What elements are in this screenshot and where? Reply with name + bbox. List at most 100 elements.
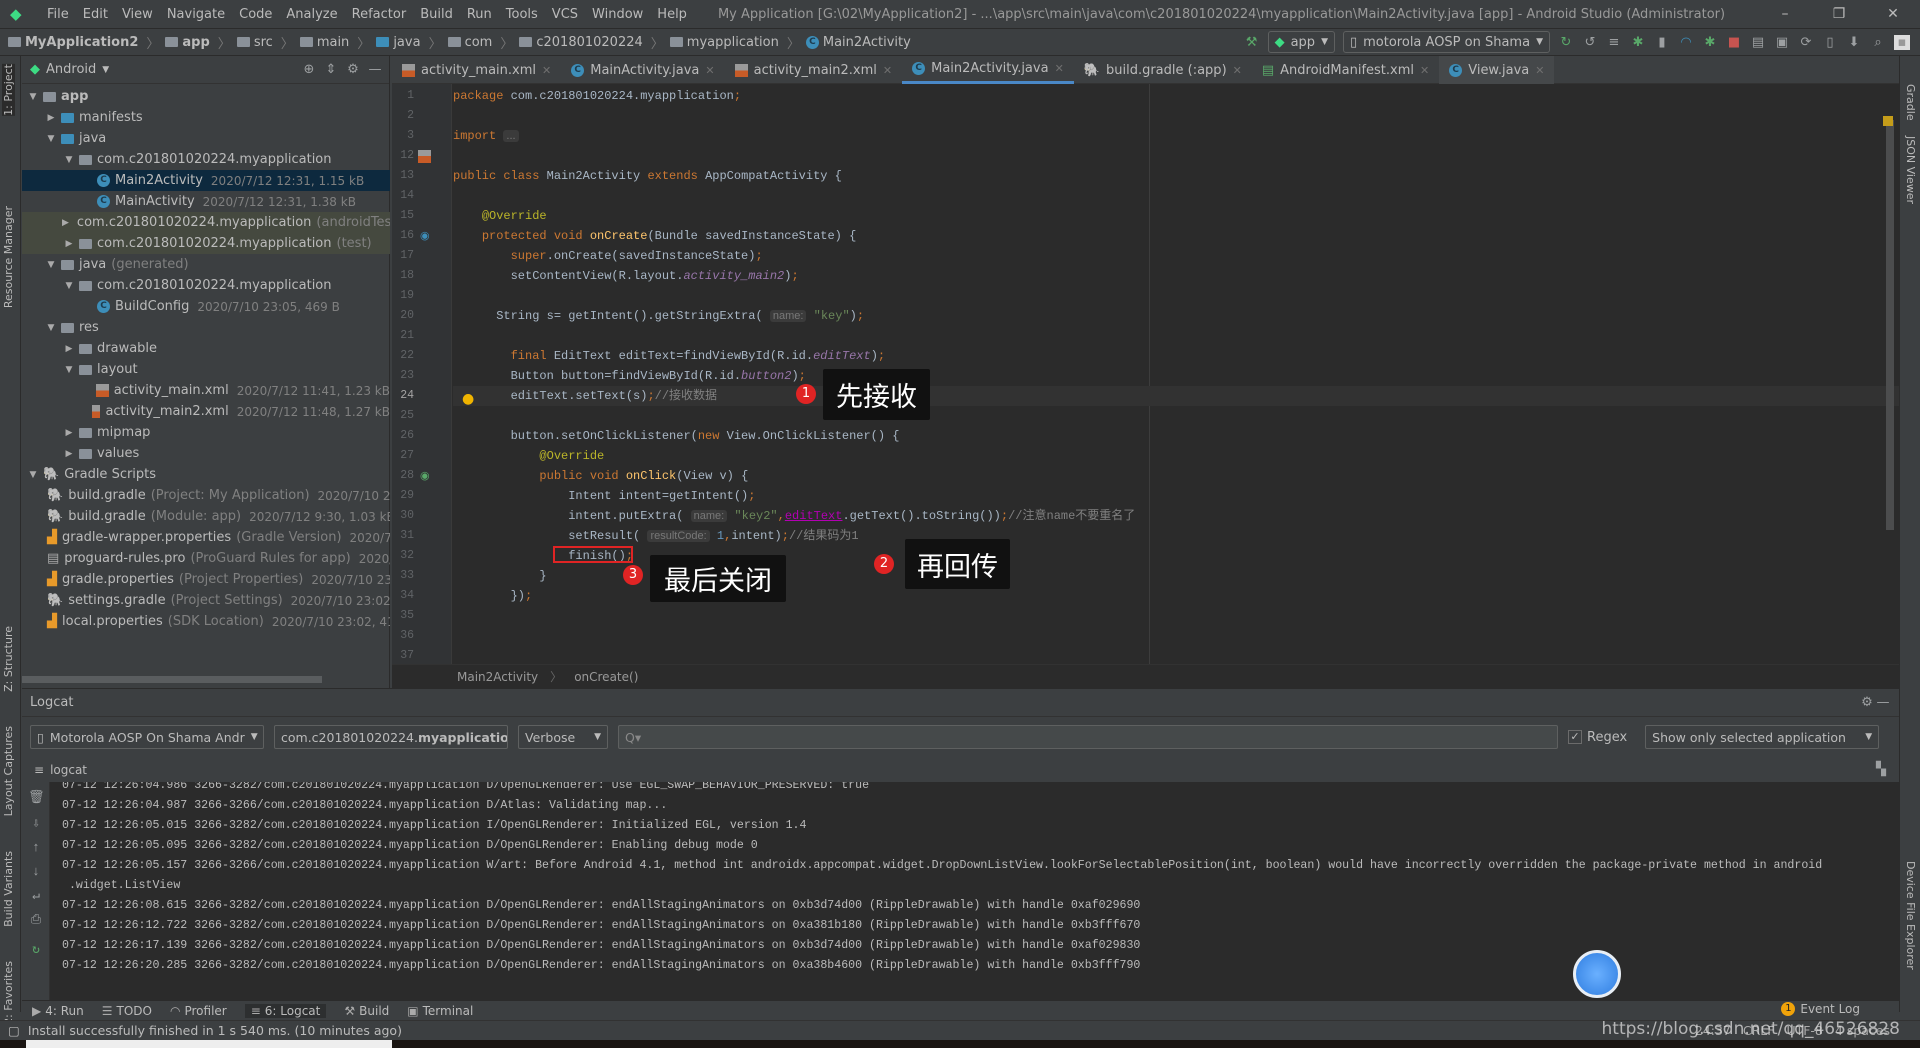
nav-crumb[interactable]: MyApplication2 〉 xyxy=(8,33,159,52)
tree-item[interactable]: 🐘 build.gradle (Module: app) 2020/7/12 9:30… xyxy=(22,506,390,527)
tool-favorites[interactable]: 2: Favorites xyxy=(2,961,15,1025)
tree-item[interactable]: ▼ java (generated) xyxy=(22,254,390,275)
editor-tab[interactable]: C Main2Activity.java ✕ xyxy=(902,56,1074,84)
expanded-arrow-icon[interactable]: ▼ xyxy=(26,92,40,102)
process-filter-select[interactable]: com.c201801020224.myapplicatior▼ xyxy=(274,725,508,749)
scroll-to-end-icon[interactable]: ⇩ xyxy=(28,816,44,831)
menu-vcs[interactable]: VCS xyxy=(545,7,585,22)
tree-item[interactable]: ▶ manifests xyxy=(22,107,390,128)
bottom-tab[interactable]: ≡ 6: Logcat xyxy=(244,1003,327,1018)
gear-icon[interactable]: ⚙ xyxy=(345,62,361,77)
run-icon[interactable]: ≡ xyxy=(1606,35,1622,50)
collapsed-arrow-icon[interactable]: ▶ xyxy=(62,344,76,354)
tree-item[interactable]: ▶ values xyxy=(22,443,390,464)
menu-help[interactable]: Help xyxy=(650,7,694,22)
code-editor[interactable]: 1 2 3 12 13 14 15 16 17 18 19 20 21 22 23 24 25 26 27 28 29 3… xyxy=(392,84,1899,664)
maximize-button[interactable]: ❐ xyxy=(1812,0,1866,28)
tool-resource-manager[interactable]: Resource Manager xyxy=(2,206,15,308)
menu-build[interactable]: Build xyxy=(413,7,460,22)
related-layout-icon[interactable] xyxy=(418,150,431,163)
close-button[interactable]: ✕ xyxy=(1866,0,1920,28)
tree-item[interactable]: ▟ gradle.properties (Project Properties) 20… xyxy=(22,569,390,590)
close-tab-icon[interactable]: ✕ xyxy=(705,64,714,77)
search-icon[interactable]: ⌕ xyxy=(1870,35,1886,50)
menu-window[interactable]: Window xyxy=(585,7,650,22)
breadcrumb-method[interactable]: onCreate() xyxy=(574,670,638,684)
nav-crumb[interactable]: com 〉 xyxy=(447,33,513,52)
collapsed-arrow-icon[interactable]: ▶ xyxy=(44,113,58,123)
editor-tab[interactable]: 🐘 build.gradle (:app) ✕ xyxy=(1074,56,1252,84)
tree-item[interactable]: ▶ com.c201801020224.myapplication (android… xyxy=(22,212,390,233)
expanded-arrow-icon[interactable]: ▼ xyxy=(44,134,58,144)
tool-device-file-explorer[interactable]: Device File Explorer xyxy=(1904,861,1917,970)
nav-crumb[interactable]: c201801020224 〉 xyxy=(519,33,664,52)
nav-crumb[interactable]: java 〉 xyxy=(376,33,442,52)
hide-icon[interactable]: — xyxy=(1875,695,1891,710)
bottom-tab[interactable]: ☰ TODO xyxy=(102,1004,152,1018)
debug-icon[interactable]: ✱ xyxy=(1630,35,1646,50)
locate-icon[interactable]: ⊕ xyxy=(301,62,317,77)
tree-item[interactable]: ▟ local.properties (SDK Location) 2020/7/10… xyxy=(22,611,390,632)
tool-json-viewer[interactable]: JSON Viewer xyxy=(1904,136,1917,204)
floating-assistant-icon[interactable] xyxy=(1573,950,1621,998)
tree-item[interactable]: ▼ app xyxy=(22,86,390,107)
clear-log-icon[interactable]: 🗑 xyxy=(28,790,45,805)
collapsed-arrow-icon[interactable]: ▶ xyxy=(62,218,69,228)
nav-crumb[interactable]: myapplication 〉 xyxy=(669,33,800,52)
logcat-tab[interactable]: logcat xyxy=(50,763,87,777)
sdk-manager-icon[interactable]: ▯ xyxy=(1822,35,1838,50)
tool-build-variants[interactable]: Build Variants xyxy=(2,851,15,927)
profile-icon[interactable]: ◠ xyxy=(1678,35,1694,50)
filter-config-select[interactable]: Show only selected application ▼ xyxy=(1645,725,1880,749)
project-structure-icon[interactable]: ▤ xyxy=(1750,35,1766,50)
project-view-select[interactable]: Android xyxy=(46,62,96,77)
soft-wrap-icon[interactable]: ↵ xyxy=(28,888,44,903)
nav-crumb[interactable]: src 〉 xyxy=(236,33,294,52)
hide-icon[interactable]: — xyxy=(367,62,383,77)
editor-tab[interactable]: activity_main2.xml ✕ xyxy=(725,56,903,84)
tool-gradle[interactable]: Gradle xyxy=(1904,84,1917,121)
up-icon[interactable]: ↑ xyxy=(28,840,44,855)
tree-item[interactable]: C Main2Activity 2020/7/12 12:31, 1.15 kB xyxy=(22,170,390,191)
editor-tab[interactable]: ▤ AndroidManifest.xml ✕ xyxy=(1252,56,1439,84)
tool-layout-captures[interactable]: Layout Captures xyxy=(2,726,15,816)
event-log-button[interactable]: 1 Event Log xyxy=(1781,1002,1860,1016)
expanded-arrow-icon[interactable]: ▼ xyxy=(62,155,76,165)
apply-changes-icon[interactable]: ↻ xyxy=(1558,35,1574,50)
expanded-arrow-icon[interactable]: ▼ xyxy=(26,470,40,480)
tree-item[interactable]: ▼ com.c201801020224.myapplication xyxy=(22,149,390,170)
tree-item[interactable]: activity_main2.xml 2020/7/12 11:48, 1.27 … xyxy=(22,401,390,422)
attach-debugger-icon[interactable]: ✱ xyxy=(1702,35,1718,50)
restart-icon[interactable]: ↻ xyxy=(28,942,44,957)
collapse-all-icon[interactable]: ⇕ xyxy=(323,62,339,77)
gear-icon[interactable]: ⚙ xyxy=(1859,695,1875,710)
editor-tab[interactable]: activity_main.xml ✕ xyxy=(392,56,561,84)
warning-indicator-icon[interactable] xyxy=(1883,116,1893,126)
nav-crumb[interactable]: app 〉 xyxy=(165,33,231,52)
nav-crumb[interactable]: C Main2Activity xyxy=(805,33,911,52)
menu-edit[interactable]: Edit xyxy=(76,7,115,22)
hammer-build-icon[interactable]: ⚒ xyxy=(1244,35,1260,50)
close-tab-icon[interactable]: ✕ xyxy=(1055,62,1064,75)
menu-code[interactable]: Code xyxy=(232,7,279,22)
implements-marker-icon[interactable]: ◉ xyxy=(420,469,430,482)
bottom-tab[interactable]: ⚒ Build xyxy=(344,1004,389,1018)
tree-item[interactable]: ▼ layout xyxy=(22,359,390,380)
bottom-tab[interactable]: ▣ Terminal xyxy=(407,1004,473,1018)
chevron-down-icon[interactable]: ▼ xyxy=(102,65,109,75)
menu-refactor[interactable]: Refactor xyxy=(345,7,414,22)
tree-item[interactable]: ▶ com.c201801020224.myapplication (test) xyxy=(22,233,390,254)
print-icon[interactable]: ⎙ xyxy=(28,912,44,927)
tree-item[interactable]: 🐘 build.gradle (Project: My Application) 20… xyxy=(22,485,390,506)
down-icon[interactable]: ↓ xyxy=(28,864,44,879)
lightbulb-icon[interactable]: ● xyxy=(462,391,474,407)
device-filter-select[interactable]: ▯ Motorola AOSP On Shama Andr ▼ xyxy=(30,725,264,749)
run-config-select[interactable]: ◆ app ▼ xyxy=(1267,31,1335,53)
tree-item[interactable]: 🐘 settings.gradle (Project Settings) 2020/7… xyxy=(22,590,390,611)
menu-run[interactable]: Run xyxy=(460,7,499,22)
editor-tab[interactable]: C View.java ✕ xyxy=(1439,56,1555,84)
tree-item[interactable]: ▶ mipmap xyxy=(22,422,390,443)
log-output[interactable]: 🗑 ⇩ ↑ ↓ ↵ ⎙ ↻ 07-12 12:26:04.986 3266-32… xyxy=(22,782,1899,1008)
avd-manager-icon[interactable]: ▣ xyxy=(1774,35,1790,50)
expanded-arrow-icon[interactable]: ▼ xyxy=(62,281,76,291)
